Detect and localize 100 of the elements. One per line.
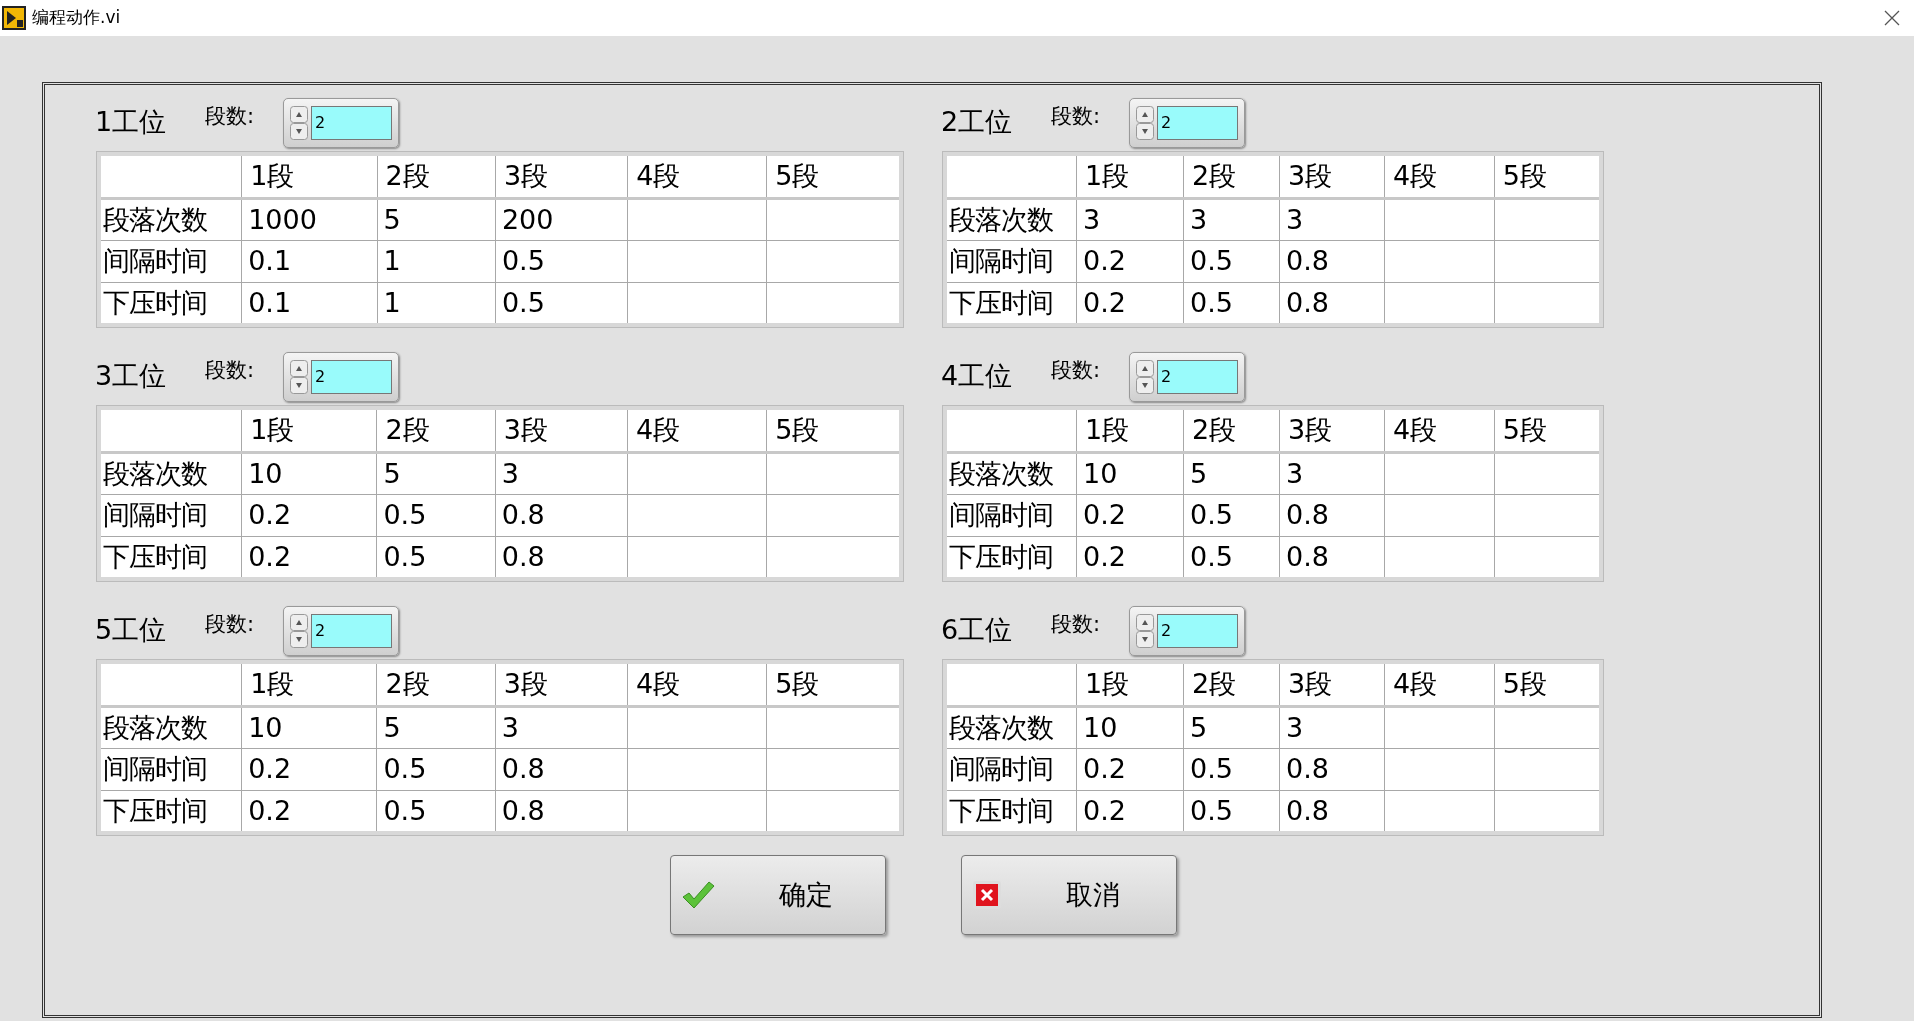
table-cell: 1	[383, 245, 401, 276]
table-cell: 0.8	[1286, 753, 1329, 784]
row-header: 间隔时间	[949, 499, 1053, 530]
table-cell: 0.5	[383, 794, 427, 826]
table-cell: 3	[1286, 203, 1304, 235]
segment-count-label: 段数:	[205, 356, 256, 384]
table-cell: 0.5	[1190, 245, 1234, 276]
table-cell: 10	[1083, 711, 1118, 743]
station-label: 3工位	[95, 358, 168, 393]
row-header: 段落次数	[103, 711, 207, 743]
column-header: 2段	[385, 160, 430, 191]
table-cell: 1	[383, 286, 401, 318]
checkmark-icon	[681, 880, 715, 910]
column-header: 4段	[1393, 160, 1438, 191]
table-cell: 0.8	[1286, 286, 1329, 318]
table-cell: 0.8	[501, 540, 545, 572]
table-cell: 5	[1190, 457, 1208, 489]
station-label: 6工位	[941, 612, 1014, 647]
column-header: 4段	[636, 668, 681, 699]
column-header: 2段	[385, 668, 430, 699]
row-header: 段落次数	[949, 203, 1053, 235]
segment-count-field[interactable]: 2	[311, 106, 392, 140]
segment-count-field[interactable]: 2	[1157, 106, 1238, 140]
segment-count-field[interactable]: 2	[311, 360, 392, 394]
column-header: 4段	[1393, 668, 1438, 699]
segment-count-spinner[interactable]: 2	[283, 98, 399, 148]
stepper-arrows-icon[interactable]	[290, 360, 308, 394]
table-cell: 0.5	[501, 286, 545, 318]
segment-count-field[interactable]: 2	[1157, 614, 1238, 648]
table-cell: 0.8	[1286, 794, 1329, 826]
stepper-arrows-icon[interactable]	[290, 106, 308, 140]
station-label: 2工位	[941, 104, 1014, 139]
column-header: 2段	[1192, 160, 1237, 191]
column-header: 3段	[503, 668, 548, 699]
column-header: 5段	[775, 160, 820, 191]
table-cell: 3	[1286, 711, 1304, 743]
column-header: 2段	[1192, 668, 1237, 699]
table-cell: 10	[248, 711, 283, 743]
row-header: 下压时间	[103, 794, 207, 826]
station-label: 4工位	[941, 358, 1014, 393]
column-header: 5段	[775, 668, 820, 699]
row-header: 下压时间	[949, 540, 1053, 572]
table-cell: 0.5	[383, 499, 427, 530]
table-cell: 0.8	[1286, 499, 1329, 530]
column-header: 4段	[636, 414, 681, 445]
table-cell: 200	[501, 203, 554, 235]
table-cell: 0.5	[501, 245, 545, 276]
table-cell: 0.2	[1083, 753, 1127, 784]
segment-count-label: 段数:	[1051, 102, 1102, 130]
close-icon[interactable]	[1884, 10, 1900, 26]
table-cell: 5	[383, 203, 401, 235]
table-cell: 0.5	[1190, 794, 1234, 826]
segment-count-spinner[interactable]: 2	[1129, 98, 1245, 148]
table-cell: 0.5	[383, 540, 427, 572]
row-header: 间隔时间	[103, 245, 207, 276]
table-cell: 0.2	[248, 499, 292, 530]
row-header: 间隔时间	[103, 753, 207, 784]
table-cell: 5	[383, 711, 401, 743]
segment-count-spinner[interactable]: 2	[283, 352, 399, 402]
table-cell: 0.5	[383, 753, 427, 784]
column-header: 1段	[1085, 414, 1130, 445]
table-cell: 0.2	[248, 753, 292, 784]
row-header: 段落次数	[103, 457, 207, 489]
table-cell: 3	[1190, 203, 1208, 235]
table-cell: 10	[1083, 457, 1118, 489]
stepper-arrows-icon[interactable]	[1136, 614, 1154, 648]
stepper-arrows-icon[interactable]	[1136, 106, 1154, 140]
table-cell: 0.2	[248, 540, 292, 572]
table-cell: 5	[383, 457, 401, 489]
row-header: 下压时间	[103, 286, 207, 318]
segment-count-spinner[interactable]: 2	[1129, 352, 1245, 402]
table-cell: 0.2	[1083, 245, 1127, 276]
column-header: 3段	[503, 414, 548, 445]
table-cell: 0.5	[1190, 753, 1234, 784]
segment-count-spinner[interactable]: 2	[283, 606, 399, 656]
app-icon	[2, 6, 26, 30]
column-header: 4段	[1393, 414, 1438, 445]
stepper-arrows-icon[interactable]	[290, 614, 308, 648]
confirm-button[interactable]: 确定	[670, 855, 886, 935]
segment-count-field[interactable]: 2	[311, 614, 392, 648]
table-cell: 0.8	[501, 794, 545, 826]
table-cell: 0.5	[1190, 499, 1234, 530]
segment-count-spinner[interactable]: 2	[1129, 606, 1245, 656]
segment-count-label: 段数:	[1051, 610, 1102, 638]
row-header: 间隔时间	[103, 499, 207, 530]
table-cell: 3	[501, 457, 519, 489]
cancel-button[interactable]: 取消	[961, 855, 1177, 935]
column-header: 5段	[1502, 160, 1547, 191]
table-cell: 0.8	[501, 499, 545, 530]
row-header: 下压时间	[949, 286, 1053, 318]
row-header: 下压时间	[949, 794, 1053, 826]
column-header: 4段	[636, 160, 681, 191]
table-cell: 0.2	[1083, 794, 1127, 826]
column-header: 1段	[250, 160, 295, 191]
column-header: 3段	[503, 160, 549, 191]
segment-count-field[interactable]: 2	[1157, 360, 1238, 394]
stepper-arrows-icon[interactable]	[1136, 360, 1154, 394]
table-cell: 0.2	[1083, 286, 1127, 318]
column-header: 5段	[1502, 414, 1547, 445]
column-header: 2段	[385, 414, 430, 445]
